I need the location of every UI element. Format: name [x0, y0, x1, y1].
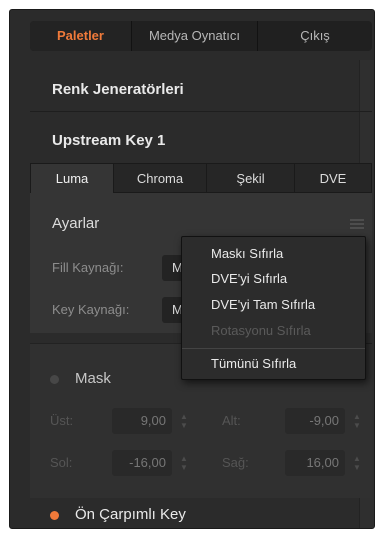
color-generators-header[interactable]: Renk Jeneratörleri: [30, 68, 372, 112]
menu-reset-rotation: Rotasyonu Sıfırla: [211, 323, 311, 338]
menu-reset-all[interactable]: Tümünü Sıfırla: [211, 356, 296, 371]
tab-media-player[interactable]: Medya Oynatıcı: [132, 21, 258, 51]
upstream-key-header[interactable]: Upstream Key 1: [30, 119, 372, 163]
mask-top-input[interactable]: 9,00: [112, 408, 172, 434]
top-tab-bar: Paletler Medya Oynatıcı Çıkış: [30, 21, 372, 51]
tab-palettes[interactable]: Paletler: [30, 21, 132, 51]
mask-left-stepper[interactable]: ▲ ▼: [177, 450, 191, 476]
mask-left-label: Sol:: [50, 455, 73, 470]
mask-bottom-input[interactable]: -9,00: [285, 408, 345, 434]
settings-context-menu: Maskı Sıfırla DVE'yi Sıfırla DVE'yi Tam …: [181, 236, 366, 380]
mask-toggle[interactable]: [50, 375, 59, 384]
key-source-label: Key Kaynağı:: [52, 302, 130, 317]
premultiplied-key-row: Ön Çarpımlı Key: [30, 502, 372, 528]
menu-divider: [182, 348, 365, 349]
tab-chroma[interactable]: Chroma: [114, 163, 207, 193]
mask-right-stepper[interactable]: ▲ ▼: [350, 450, 364, 476]
settings-title: Ayarlar: [52, 215, 100, 232]
mask-label: Mask: [75, 370, 111, 387]
mask-bottom-label: Alt:: [222, 413, 241, 428]
premultiplied-key-label: Ön Çarpımlı Key: [75, 506, 186, 523]
mask-top-label: Üst:: [50, 413, 74, 428]
tab-output[interactable]: Çıkış: [258, 21, 372, 51]
mask-left-input[interactable]: -16,00: [112, 450, 172, 476]
key-type-tabs: Luma Chroma Şekil DVE: [30, 163, 372, 193]
mask-bottom-stepper[interactable]: ▲ ▼: [350, 408, 364, 434]
fill-source-label: Fill Kaynağı:: [52, 260, 124, 275]
menu-reset-mask[interactable]: Maskı Sıfırla: [211, 246, 283, 261]
tab-shape[interactable]: Şekil: [207, 163, 295, 193]
palette-window: Paletler Medya Oynatıcı Çıkış Renk Jener…: [9, 9, 375, 529]
mask-top-stepper[interactable]: ▲ ▼: [177, 408, 191, 434]
menu-reset-dve-full[interactable]: DVE'yi Tam Sıfırla: [211, 297, 315, 312]
mask-right-label: Sağ:: [222, 455, 249, 470]
tab-dve[interactable]: DVE: [295, 163, 372, 193]
menu-reset-dve[interactable]: DVE'yi Sıfırla: [211, 271, 287, 286]
mask-right-input[interactable]: 16,00: [285, 450, 345, 476]
premultiplied-key-toggle[interactable]: [50, 511, 59, 520]
hamburger-menu-icon[interactable]: [350, 219, 364, 229]
tab-luma[interactable]: Luma: [30, 163, 114, 193]
